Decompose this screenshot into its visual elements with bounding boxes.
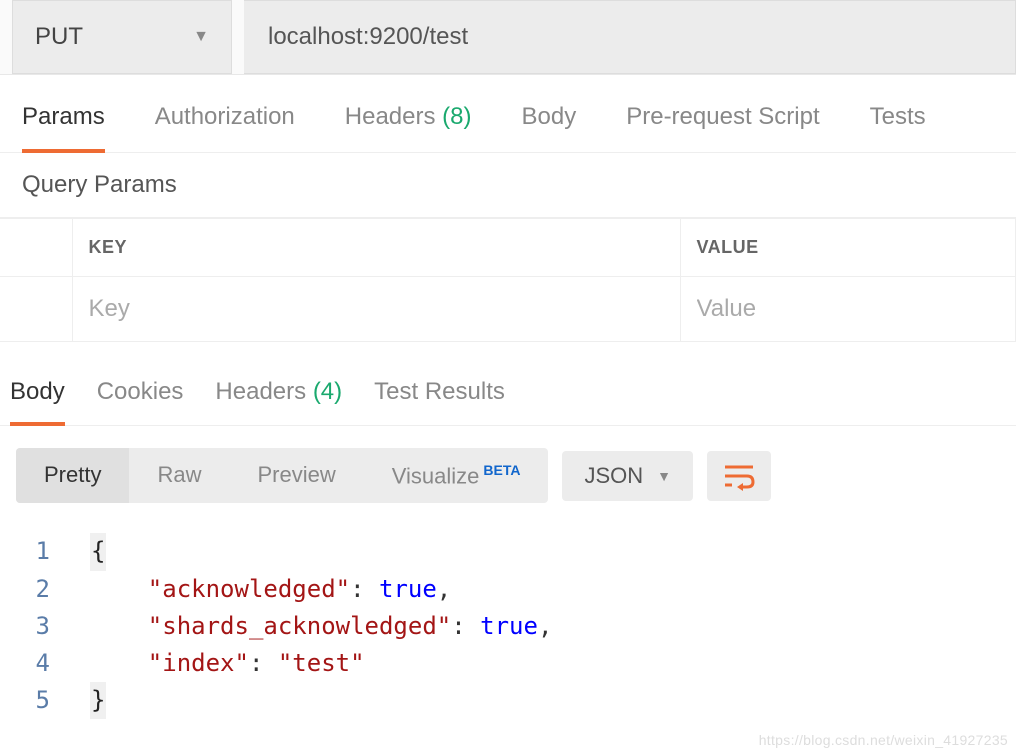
code-line: 4 "index": "test" — [0, 645, 1016, 682]
query-params-table: KEY VALUE — [0, 218, 1016, 342]
seg-preview[interactable]: Preview — [229, 448, 363, 503]
key-input[interactable] — [89, 295, 664, 323]
table-row — [0, 277, 1016, 342]
resp-headers-count-badge: (4) — [313, 378, 342, 405]
rtab-body[interactable]: Body — [10, 378, 65, 426]
rtab-cookies[interactable]: Cookies — [97, 378, 184, 425]
table-cell-key[interactable] — [72, 277, 680, 342]
code-line: 2 "acknowledged": true, — [0, 571, 1016, 608]
tab-prerequest[interactable]: Pre-request Script — [626, 103, 819, 152]
rtab-headers-label: Headers — [215, 378, 306, 405]
beta-badge: BETA — [483, 462, 520, 478]
response-format-value: JSON — [584, 463, 643, 489]
request-url-input[interactable]: localhost:9200/test — [244, 0, 1016, 74]
response-format-select[interactable]: JSON ▼ — [562, 451, 693, 501]
code-line: 3 "shards_acknowledged": true, — [0, 608, 1016, 645]
code-line: 1 { — [0, 533, 1016, 570]
tab-headers-label: Headers — [345, 103, 436, 130]
chevron-down-icon: ▼ — [657, 468, 671, 484]
table-header-value: VALUE — [680, 219, 1016, 277]
seg-raw[interactable]: Raw — [129, 448, 229, 503]
table-cell-spacer — [0, 277, 72, 342]
headers-count-badge: (8) — [442, 103, 471, 130]
table-cell-value[interactable] — [680, 277, 1016, 342]
http-method-value: PUT — [35, 23, 83, 51]
line-number: 2 — [0, 571, 90, 608]
code-line: 5 } — [0, 682, 1016, 719]
request-url-value: localhost:9200/test — [268, 23, 468, 51]
query-params-title: Query Params — [0, 153, 1016, 218]
seg-visualize-label: Visualize — [392, 463, 480, 488]
tab-tests[interactable]: Tests — [870, 103, 926, 152]
watermark: https://blog.csdn.net/weixin_41927235 — [759, 732, 1008, 748]
value-input[interactable] — [697, 295, 1000, 323]
tab-headers[interactable]: Headers (8) — [345, 103, 472, 152]
tab-authorization[interactable]: Authorization — [155, 103, 295, 152]
table-header-row: KEY VALUE — [0, 219, 1016, 277]
line-number: 1 — [0, 533, 90, 570]
request-bar: PUT ▼ localhost:9200/test — [0, 0, 1016, 75]
line-number: 3 — [0, 608, 90, 645]
response-tabs: Body Cookies Headers (4) Test Results — [0, 350, 1016, 426]
rtab-test-results[interactable]: Test Results — [374, 378, 505, 425]
request-tabs: Params Authorization Headers (8) Body Pr… — [0, 75, 1016, 153]
rtab-headers[interactable]: Headers (4) — [215, 378, 342, 425]
seg-pretty[interactable]: Pretty — [16, 448, 129, 503]
http-method-select[interactable]: PUT ▼ — [12, 0, 232, 74]
chevron-down-icon: ▼ — [193, 28, 209, 46]
seg-visualize[interactable]: VisualizeBETA — [364, 448, 549, 503]
response-code[interactable]: 1 { 2 "acknowledged": true, 3 "shards_ac… — [0, 525, 1016, 739]
tab-params[interactable]: Params — [22, 103, 105, 153]
table-header-spacer — [0, 219, 72, 277]
line-number: 5 — [0, 682, 90, 719]
wrap-lines-button[interactable] — [707, 451, 771, 501]
table-header-key: KEY — [72, 219, 680, 277]
line-number: 4 — [0, 645, 90, 682]
view-mode-group: Pretty Raw Preview VisualizeBETA — [16, 448, 548, 503]
wrap-icon — [723, 461, 755, 491]
tab-body[interactable]: Body — [522, 103, 577, 152]
response-body-toolbar: Pretty Raw Preview VisualizeBETA JSON ▼ — [0, 426, 1016, 525]
